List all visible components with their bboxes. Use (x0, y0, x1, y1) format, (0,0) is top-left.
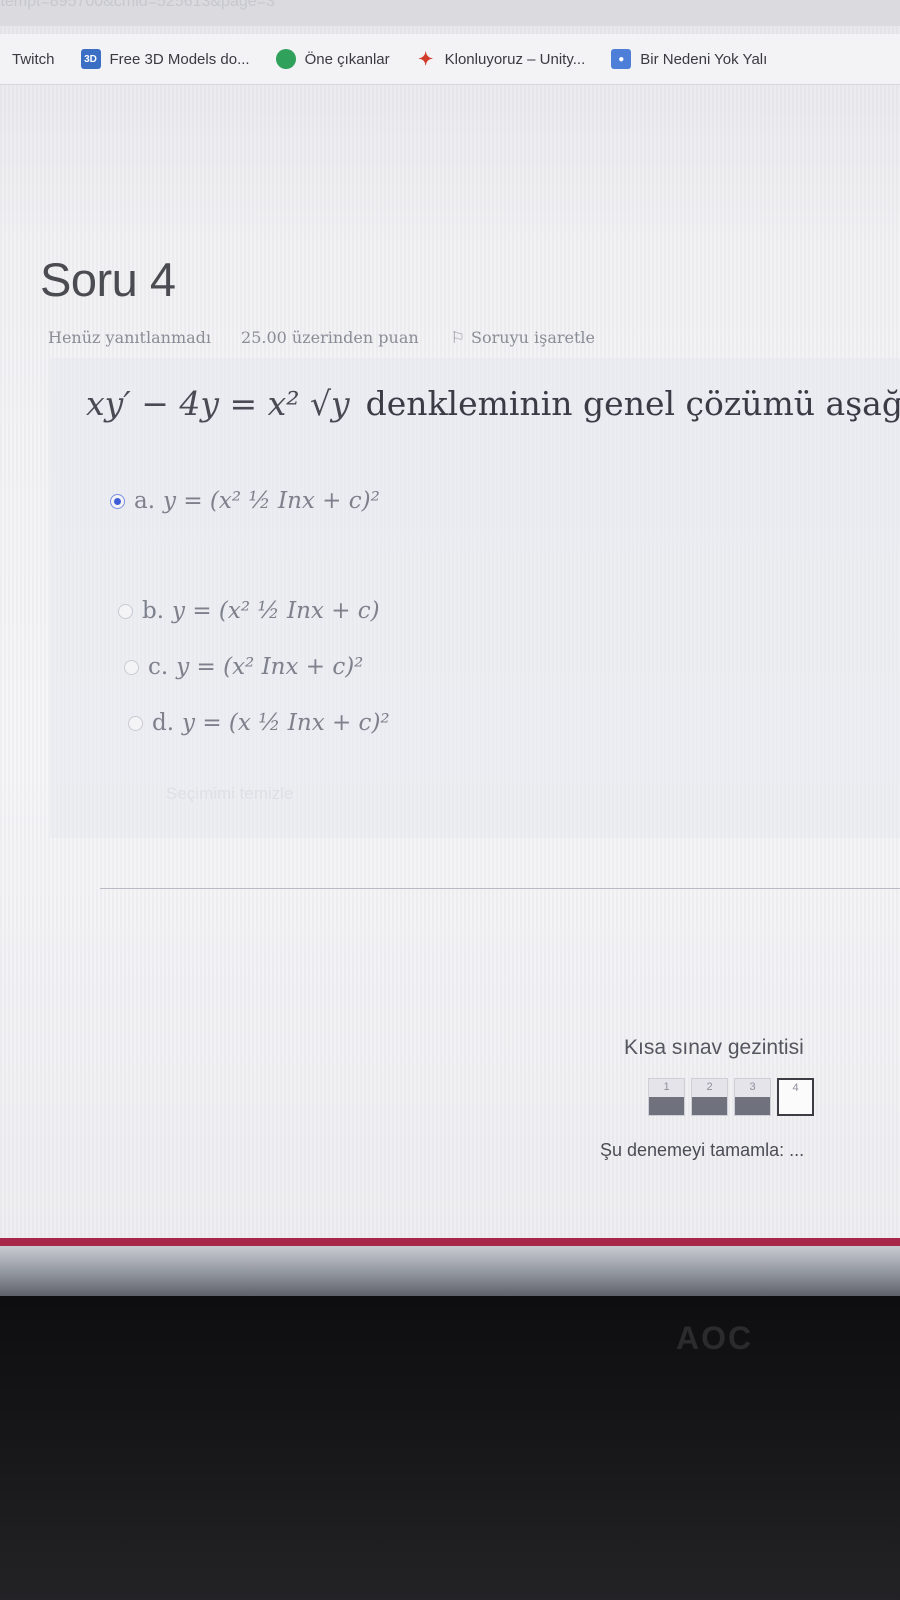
bookmark-free-3d-models[interactable]: 3D Free 3D Models do... (80, 49, 250, 69)
3d-icon: 3D (80, 49, 101, 69)
bookmark-label: Klonluyoruz – Unity... (444, 50, 586, 68)
option-text: y = (x ½ Inx + c)² (182, 710, 390, 736)
address-bar[interactable]: ttempt=895700&cmid=525613&page=3 (0, 0, 900, 26)
question-prompt: denkleminin genel çözümü aşağ (365, 384, 900, 423)
taskbar (0, 1246, 900, 1296)
question-title: Soru 4 (40, 253, 176, 306)
option-text: y = (x² Inx + c)² (176, 654, 364, 680)
option-text: y = (x² ½ Inx + c)² (163, 488, 380, 514)
monitor-brand-logo: AOC (676, 1320, 754, 1356)
browser-screen: ttempt=895700&cmid=525613&page=3 Twitch … (0, 0, 900, 1240)
quiz-nav-button-3[interactable]: 3 (734, 1078, 771, 1116)
url-text: ttempt=895700&cmid=525613&page=3 (0, 0, 275, 10)
question-text: xy′ − 4y = x² √y denkleminin genel çözümü… (86, 384, 900, 423)
bookmark-label: Öne çıkanlar (304, 50, 390, 68)
option-letter: c. (148, 654, 169, 680)
sprite-icon: ✦ (418, 48, 434, 69)
answer-state-bar (649, 1097, 684, 1115)
footer-band (0, 1238, 900, 1246)
monitor-bezel (0, 1296, 900, 1600)
bookmark-label: Twitch (12, 50, 55, 68)
bookmark-label: Bir Nedeni Yok Yalı (640, 50, 768, 68)
clear-selection-link[interactable]: Seçimimi temizle (166, 784, 294, 804)
answer-state-bar (735, 1097, 770, 1115)
divider (100, 888, 900, 889)
option-text: y = (x² ½ Inx + c) (172, 598, 380, 624)
quiz-nav-button-4[interactable]: 4 (777, 1078, 814, 1116)
radio-button[interactable] (128, 715, 143, 731)
answer-option-c[interactable]: c. y = (x² Inx + c)² (124, 654, 363, 680)
question-points: 25.00 üzerinden puan (241, 328, 419, 347)
bookmark-label: Free 3D Models do... (109, 50, 250, 68)
question-status: Henüz yanıtlanmadı (48, 328, 212, 347)
quiz-navigation-title: Kısa sınav gezintisi (624, 1036, 804, 1059)
flag-label: Soruyu işaretle (471, 328, 595, 347)
radio-button[interactable] (124, 659, 139, 675)
quiz-nav-number: 2 (706, 1081, 713, 1093)
question-info: Henüz yanıtlanmadı 25.00 üzerinden puan … (48, 328, 595, 347)
globe-icon (275, 49, 296, 69)
quiz-nav-number: 1 (663, 1081, 670, 1093)
quiz-nav-button-2[interactable]: 2 (691, 1078, 728, 1116)
flag-question-link[interactable]: ⚐ Soruyu işaretle (451, 328, 595, 347)
answer-option-a[interactable]: a. y = (x² ½ Inx + c)² (110, 488, 380, 514)
option-letter: b. (142, 598, 165, 624)
bookmark-klonluyoruz[interactable]: ✦ Klonluyoruz – Unity... (416, 48, 586, 69)
option-letter: d. (152, 710, 175, 736)
flag-icon: ⚐ (450, 328, 466, 347)
bookmark-twitch[interactable]: Twitch (12, 51, 55, 68)
bookmarks-bar: Twitch 3D Free 3D Models do... Öne çıkan… (0, 34, 900, 85)
answer-option-b[interactable]: b. y = (x² ½ Inx + c) (118, 598, 380, 624)
option-letter: a. (134, 488, 156, 514)
answer-state-bar (692, 1097, 727, 1115)
finish-attempt-link[interactable]: Şu denemeyi tamamla: ... (600, 1140, 804, 1161)
quiz-nav-button-1[interactable]: 1 (648, 1078, 685, 1116)
bookmark-bir-nedeni[interactable]: ● Bir Nedeni Yok Yalı (611, 49, 767, 69)
question-equation: xy′ − 4y = x² √y (86, 384, 350, 423)
bookmark-icon: ● (611, 49, 632, 69)
quiz-nav-number: 3 (749, 1081, 756, 1093)
radio-button[interactable] (118, 603, 133, 619)
quiz-navigation-buttons: 1 2 3 4 (648, 1078, 814, 1116)
answer-option-d[interactable]: d. y = (x ½ Inx + c)² (128, 710, 390, 736)
quiz-nav-number: 4 (792, 1082, 799, 1094)
bookmark-one-cikanlar[interactable]: Öne çıkanlar (275, 49, 390, 69)
radio-button[interactable] (110, 493, 125, 509)
